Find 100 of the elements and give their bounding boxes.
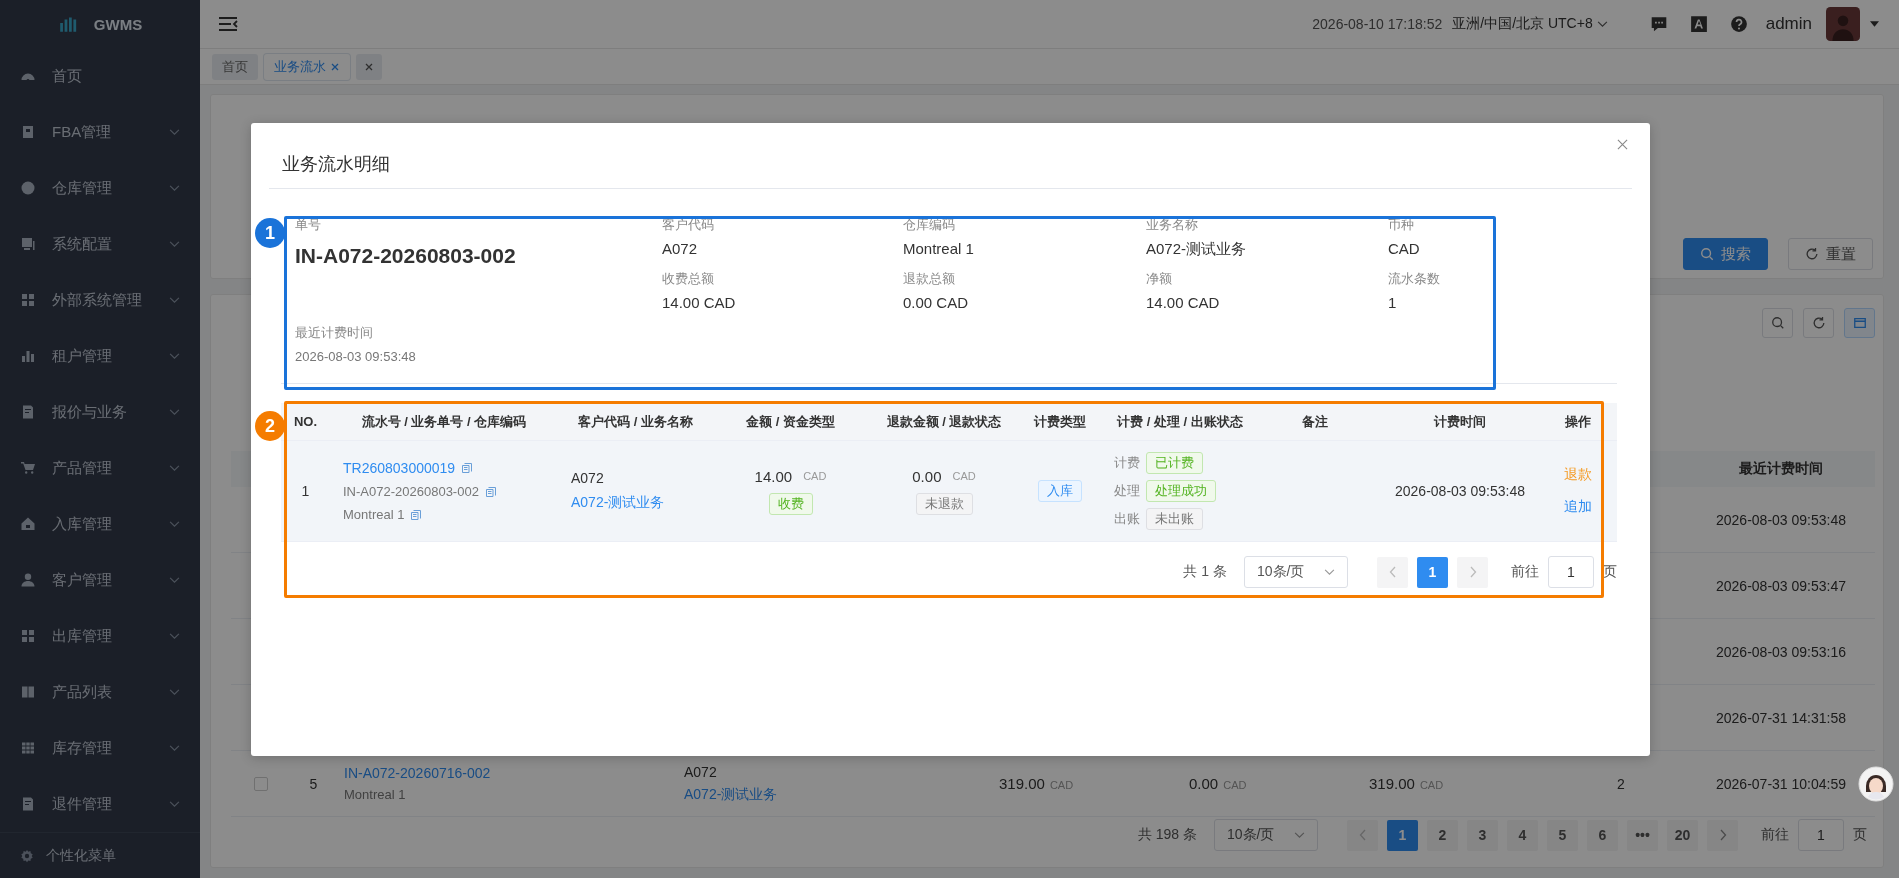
- search-icon: [1770, 316, 1785, 330]
- menu-item[interactable]: 退件管理: [0, 776, 200, 833]
- package-icon: [20, 124, 36, 141]
- field-label: 最近计费时间: [295, 325, 374, 342]
- table-cell-text: 2026-08-03 09:53:47: [1715, 577, 1847, 594]
- chevron-down-icon: [1596, 20, 1608, 28]
- page-button[interactable]: 1: [1417, 556, 1448, 588]
- billing-type-tag: 入库: [1038, 480, 1082, 502]
- page-button[interactable]: 20: [1667, 819, 1698, 851]
- page-button[interactable]: 5: [1547, 819, 1578, 851]
- row-checkbox[interactable]: [254, 776, 268, 791]
- page-tab[interactable]: 业务流水: [264, 53, 350, 80]
- page-button[interactable]: 2: [1427, 819, 1458, 851]
- amount-value: 319.00: [999, 775, 1045, 792]
- copy-icon[interactable]: [410, 508, 423, 521]
- grid-icon: [20, 292, 36, 309]
- status-label: 计费: [1114, 454, 1140, 472]
- menu-item[interactable]: 产品管理: [0, 440, 200, 497]
- page-button[interactable]: 1: [1387, 819, 1418, 851]
- page-size-select[interactable]: 10条/页: [1244, 556, 1348, 588]
- timezone-select[interactable]: 亚洲/中国/北京 UTC+8: [1452, 15, 1608, 33]
- app-name: GWMS: [93, 15, 143, 33]
- help-icon[interactable]: [1729, 15, 1748, 33]
- menu-item[interactable]: 产品列表: [0, 664, 200, 721]
- field-label: 单号: [295, 217, 322, 234]
- refresh-button[interactable]: [1803, 308, 1834, 338]
- page-size-select[interactable]: 10条/页: [1214, 819, 1318, 851]
- caret-icon[interactable]: [1870, 21, 1879, 27]
- copy-icon[interactable]: [484, 485, 497, 498]
- business-link[interactable]: A072-测试业务: [571, 494, 665, 512]
- page-button[interactable]: 3: [1467, 819, 1498, 851]
- order-link[interactable]: IN-A072-20260716-002: [344, 765, 491, 781]
- refresh-icon: [1805, 247, 1819, 261]
- reset-button[interactable]: 重置: [1788, 238, 1873, 270]
- customer-code: A072: [571, 470, 604, 486]
- dialog-title: 业务流水明细: [282, 153, 390, 176]
- column-header: 流水号 / 业务单号 / 仓库编码: [360, 412, 528, 431]
- close-all-button[interactable]: [356, 53, 382, 80]
- translate-icon[interactable]: [1689, 15, 1708, 33]
- field-value: 1: [1388, 293, 1398, 313]
- search-button[interactable]: 搜索: [1683, 238, 1768, 270]
- menu-icon[interactable]: [218, 16, 238, 32]
- column-header: 计费 / 处理 / 出账状态: [1116, 412, 1244, 431]
- menu-item[interactable]: 报价与业务: [0, 384, 200, 441]
- action-link[interactable]: 退款: [1563, 466, 1592, 484]
- document-icon: [20, 404, 36, 421]
- table-cell-text: 2026-08-03 09:53:16: [1715, 643, 1847, 660]
- menu-item[interactable]: 外部系统管理: [0, 272, 200, 329]
- document-icon: [20, 796, 36, 813]
- field-value: A072: [662, 239, 699, 259]
- menu-item[interactable]: 库存管理: [0, 720, 200, 777]
- menu-item[interactable]: 入库管理: [0, 496, 200, 553]
- search-button[interactable]: [1762, 308, 1793, 338]
- warehouse-text: Montreal 1: [343, 507, 405, 522]
- status-label: 出账: [1114, 510, 1140, 528]
- settings-icon: [20, 848, 34, 863]
- page-button[interactable]: 4: [1507, 819, 1538, 851]
- chat-icon[interactable]: [1649, 15, 1668, 33]
- menu-item[interactable]: 仓库管理: [0, 160, 200, 217]
- avatar[interactable]: [1826, 7, 1860, 41]
- prev-page-button[interactable]: [1377, 556, 1408, 588]
- book-icon: [20, 684, 36, 701]
- field-label: 客户代码: [662, 217, 715, 234]
- table-cell-text: 2026-08-03 09:53:48: [1394, 483, 1526, 499]
- refund-value: 0.00: [912, 467, 942, 485]
- copy-icon[interactable]: [461, 462, 474, 474]
- column-header: 退款金额 / 退款状态: [885, 412, 1003, 431]
- menu-item[interactable]: FBA管理: [0, 104, 200, 161]
- assistant-avatar[interactable]: [1858, 766, 1894, 802]
- page-button[interactable]: •••: [1627, 819, 1658, 851]
- currency-text: CAD: [1049, 779, 1074, 791]
- close-icon[interactable]: [330, 61, 340, 72]
- menu-item[interactable]: 首页: [0, 48, 200, 105]
- page-input[interactable]: 1: [1548, 556, 1594, 588]
- page-tab[interactable]: 首页: [212, 53, 258, 80]
- refund-status-tag: 未退款: [915, 492, 973, 515]
- total-count: 共 198 条: [1137, 826, 1197, 844]
- table-cell-text: 1: [300, 483, 311, 499]
- chevron-down-icon: [169, 745, 180, 752]
- page-suffix: 页: [1853, 826, 1867, 844]
- grid-icon: [20, 628, 36, 645]
- flow-number-link[interactable]: TR260803000019: [343, 460, 456, 476]
- menu-item[interactable]: 系统配置: [0, 216, 200, 273]
- close-icon[interactable]: [1617, 139, 1628, 150]
- action-link[interactable]: 追加: [1563, 498, 1592, 516]
- order-number: IN-A072-20260803-002: [295, 243, 517, 269]
- page-input[interactable]: 1: [1798, 819, 1844, 851]
- menu-item[interactable]: 出库管理: [0, 608, 200, 665]
- next-page-button[interactable]: [1707, 819, 1738, 851]
- menu-item[interactable]: 客户管理: [0, 552, 200, 609]
- house-icon: [20, 516, 36, 533]
- column-header: 操作: [1563, 412, 1592, 431]
- menu-item[interactable]: 租户管理: [0, 328, 200, 385]
- next-page-button[interactable]: [1457, 556, 1488, 588]
- field-label: 净额: [1146, 271, 1173, 288]
- close-icon: [364, 61, 374, 72]
- business-link[interactable]: A072-测试业务: [684, 785, 778, 804]
- page-button[interactable]: 6: [1587, 819, 1618, 851]
- columns-button[interactable]: [1844, 308, 1875, 338]
- user-name[interactable]: admin: [1765, 14, 1812, 34]
